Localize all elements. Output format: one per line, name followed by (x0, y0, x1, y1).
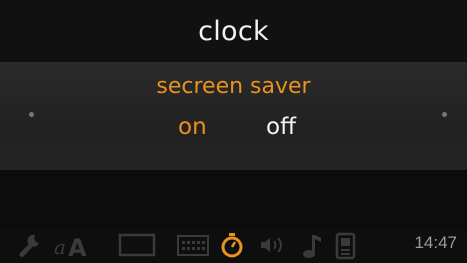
status-clock: 14:47 (414, 233, 457, 252)
option-off[interactable]: off (266, 114, 296, 140)
scroll-left-indicator[interactable] (29, 112, 34, 117)
scroll-right-indicator[interactable] (442, 112, 447, 117)
wrench-icon[interactable] (14, 232, 44, 258)
svg-text:A: A (68, 234, 87, 260)
svg-text:a: a (54, 235, 66, 259)
setting-label: secreen saver (156, 74, 311, 99)
phone-icon[interactable] (334, 232, 358, 260)
clock-settings-screen: clock secreen saver on off a A 14:47 (0, 0, 467, 263)
music-note-icon[interactable] (300, 232, 322, 260)
text-size-icon[interactable]: a A (52, 232, 96, 260)
volume-icon[interactable] (258, 232, 286, 258)
content-spacer (0, 170, 467, 227)
title-bar: clock (0, 0, 467, 62)
setting-panel: secreen saver on off (0, 62, 467, 170)
option-on[interactable]: on (178, 114, 207, 140)
keyboard-icon[interactable] (176, 232, 212, 258)
timer-icon[interactable] (219, 232, 245, 260)
display-icon[interactable] (118, 232, 158, 258)
page-title: clock (198, 15, 269, 47)
